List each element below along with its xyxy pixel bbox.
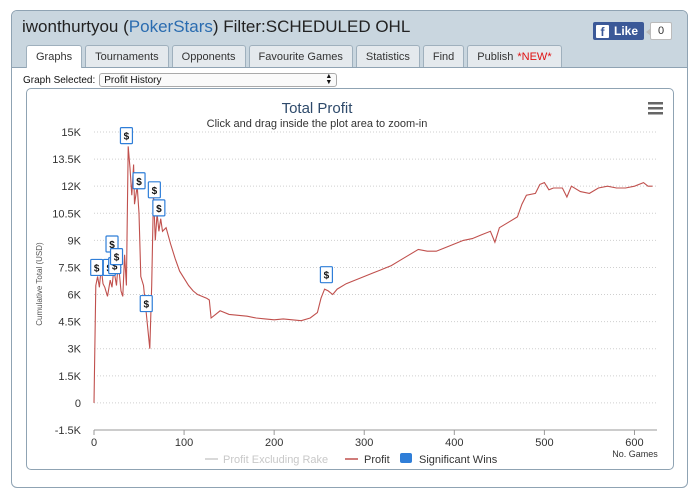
legend-item-excl-rake[interactable]: Profit Excluding Rake [223, 454, 328, 466]
title-suffix: ) Filter:SCHEDULED OHL [212, 17, 411, 36]
chart-title: Total Profit [282, 100, 354, 117]
facebook-icon: f [595, 24, 609, 38]
graph-select-value: Profit History [104, 74, 162, 86]
facebook-like-button[interactable]: f Like [592, 22, 644, 40]
y-tick-label: 6K [68, 290, 82, 302]
site-name: PokerStars [128, 17, 213, 36]
profit-chart[interactable]: Total Profit Click and drag inside the p… [27, 89, 675, 471]
legend-item-profit[interactable]: Profit [364, 454, 390, 466]
tab-statistics[interactable]: Statistics [355, 45, 420, 67]
significant-win-marker[interactable]: $ [147, 181, 161, 199]
legend: Profit Excluding Rake Profit Significant… [205, 453, 498, 466]
facebook-like-widget[interactable]: f Like 0 [592, 22, 672, 40]
y-tick-label: 1.5K [58, 371, 81, 383]
legend-symbol-wins [400, 453, 412, 463]
significant-win-marker[interactable]: $ [132, 172, 146, 190]
marker-label: $ [156, 204, 162, 215]
legend-item-wins[interactable]: Significant Wins [419, 454, 498, 466]
marker-label: $ [136, 177, 142, 188]
series-line-profit [93, 146, 653, 403]
marker-label: $ [143, 300, 149, 311]
title-prefix: iwonthurtyou ( [22, 17, 129, 36]
dropdown-arrows-icon: ▲ ▼ [325, 73, 333, 86]
facebook-like-label: Like [613, 24, 638, 38]
tab-label: Publish [477, 50, 514, 63]
x-axis-label: No. Games [612, 449, 658, 459]
x-tick-label: 0 [91, 437, 97, 449]
y-tick-label: 13.5K [52, 154, 81, 166]
title-bar: iwonthurtyou (PokerStars) Filter:SCHEDUL… [12, 11, 687, 68]
significant-win-marker[interactable]: $ [152, 199, 166, 217]
x-tick-label: 400 [445, 437, 463, 449]
tab-find[interactable]: Find [422, 45, 465, 67]
chart-subtitle: Click and drag inside the plot area to z… [207, 118, 428, 130]
y-tick-label: 10.5K [52, 208, 81, 220]
tab-label: Graphs [36, 51, 73, 63]
tab-favourite-games[interactable]: Favourite Games [248, 45, 353, 67]
y-tick-label: 15K [61, 127, 81, 139]
menu-icon[interactable] [648, 102, 663, 115]
x-tick-label: 100 [175, 437, 193, 449]
graph-selector: Graph Selected: Profit History ▲ ▼ [23, 73, 338, 87]
significant-win-marker[interactable]: $ [139, 294, 153, 313]
tab-label: Favourite Games [258, 50, 343, 63]
tab-publish[interactable]: Publish *NEW* [467, 45, 562, 67]
marker-label: $ [94, 263, 100, 274]
significant-win-marker[interactable]: $ [90, 258, 104, 277]
significant-win-marker[interactable]: $ [319, 266, 334, 284]
y-tick-label: 12K [61, 181, 81, 193]
y-axis-label: Cumulative Total (USD) [35, 242, 44, 326]
x-tick-label: 600 [625, 437, 643, 449]
marker-label: $ [114, 253, 120, 264]
new-badge: *NEW* [517, 50, 552, 63]
tab-opponents[interactable]: Opponents [171, 45, 246, 67]
y-tick-label: 3K [68, 344, 82, 356]
tab-label: Statistics [365, 50, 410, 63]
x-tick-label: 200 [265, 437, 283, 449]
tab-label: Tournaments [95, 50, 159, 63]
graph-select-label: Graph Selected: [23, 74, 96, 86]
tab-label: Find [432, 50, 455, 63]
marker-label: $ [152, 186, 158, 197]
chart-container: Total Profit Click and drag inside the p… [26, 88, 674, 470]
y-tick-label: 9K [68, 235, 82, 247]
significant-win-marker[interactable]: $ [109, 248, 124, 266]
facebook-like-count: 0 [646, 22, 672, 40]
page-title: iwonthurtyou (PokerStars) Filter:SCHEDUL… [22, 17, 410, 37]
x-tick-label: 500 [535, 437, 553, 449]
tab-label: Opponents [181, 50, 236, 63]
y-tick-label: 0 [75, 398, 81, 410]
y-tick-label: -1.5K [55, 425, 82, 437]
significant-win-marker[interactable]: $ [119, 127, 134, 145]
tab-tournaments[interactable]: Tournaments [85, 45, 169, 67]
y-tick-label: 4.5K [58, 317, 81, 329]
y-tick-label: 7.5K [58, 262, 81, 274]
tab-bar: Graphs Tournaments Opponents Favourite G… [26, 45, 565, 68]
x-tick-label: 300 [355, 437, 373, 449]
tab-graphs[interactable]: Graphs [26, 45, 83, 68]
marker-label: $ [324, 271, 330, 282]
graph-select-dropdown[interactable]: Profit History ▲ ▼ [99, 73, 338, 87]
marker-label: $ [124, 132, 130, 143]
